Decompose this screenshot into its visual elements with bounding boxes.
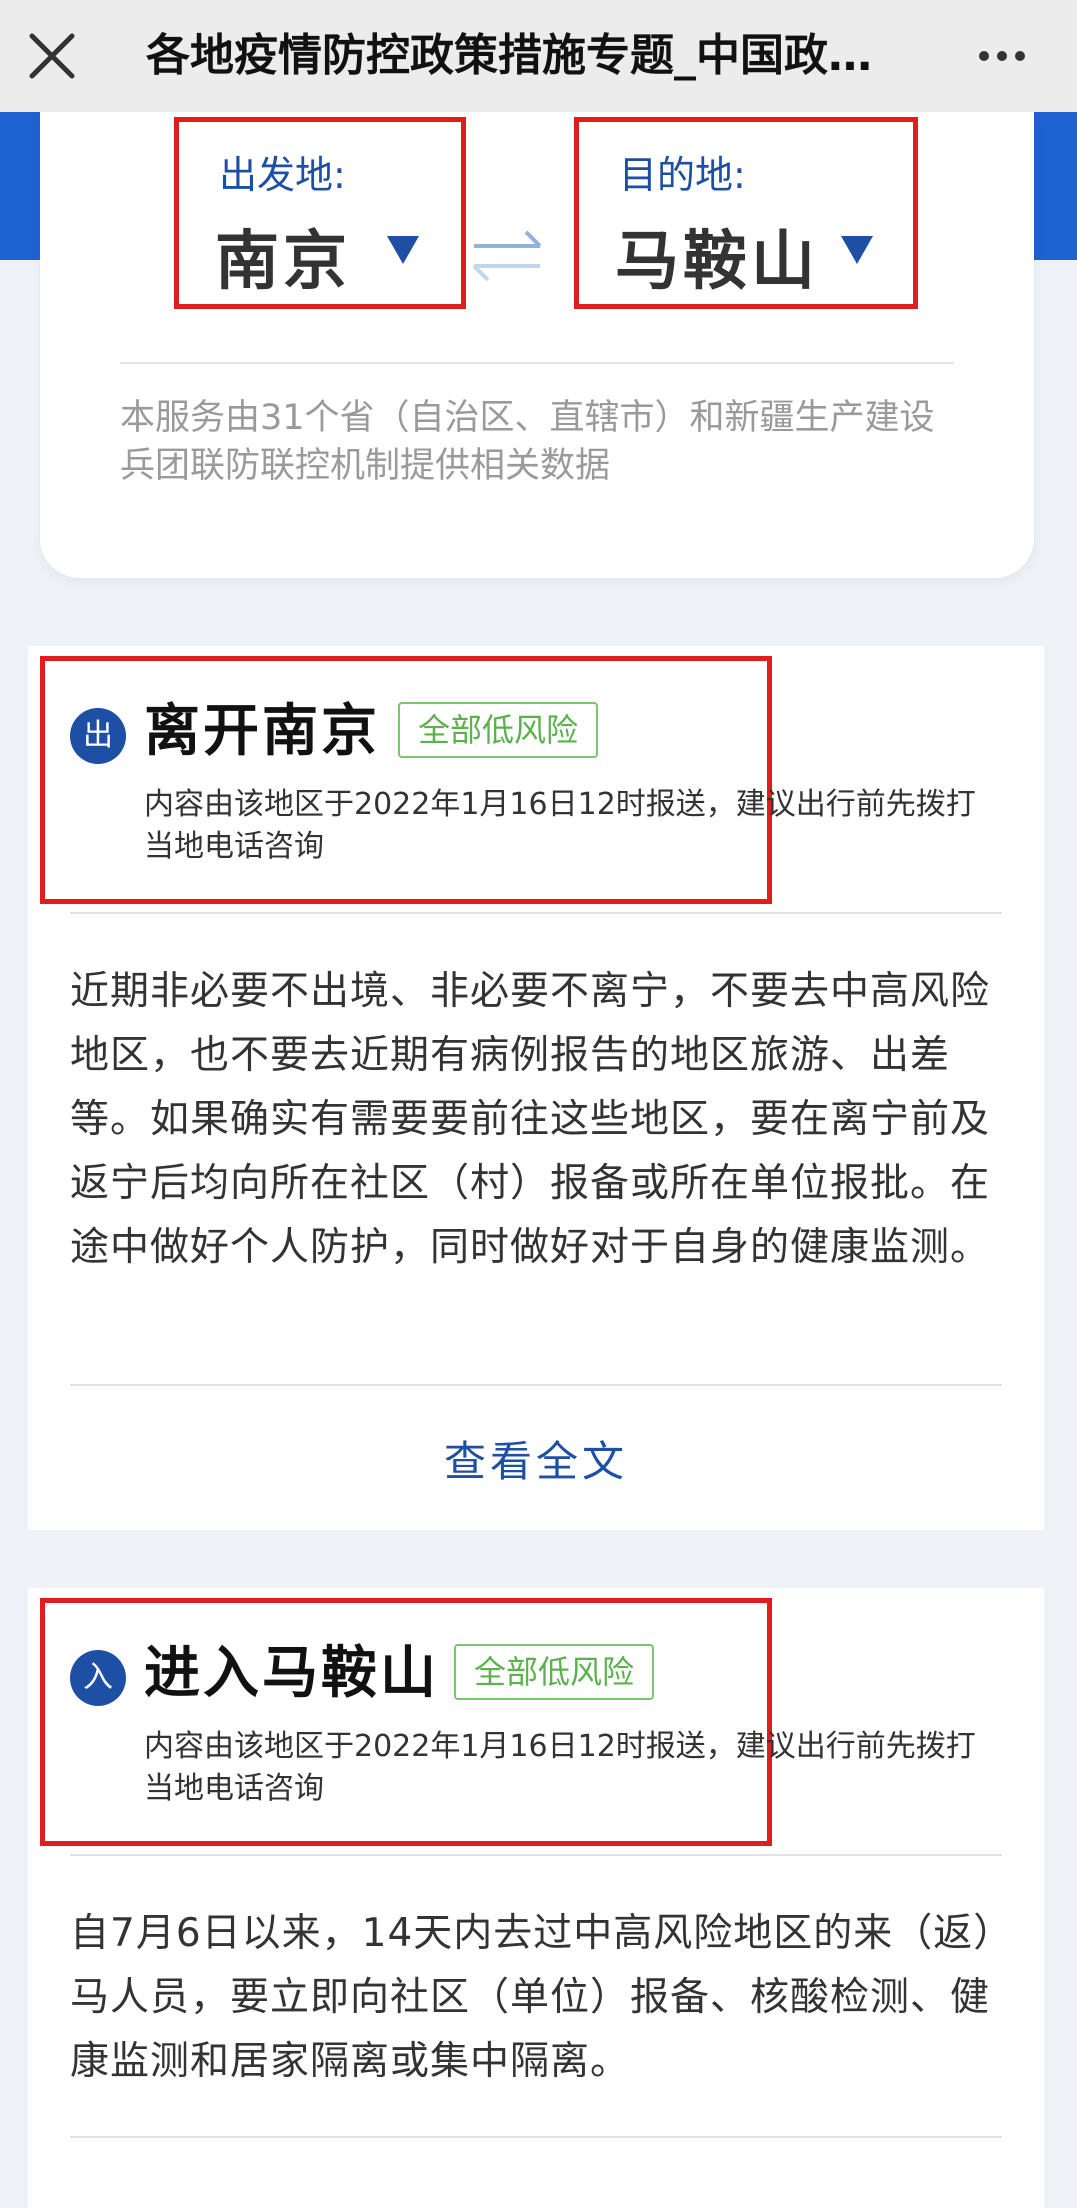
destination-label: 目的地:: [619, 153, 746, 197]
enter-policy-card: 入 进入马鞍山 全部低风险 内容由该地区于2022年1月16日12时报送，建议出…: [28, 1588, 1044, 2208]
top-nav-bar: 各地疫情防控政策措施专题_中国政…: [0, 0, 1077, 112]
departure-badge-icon: 出: [70, 708, 126, 764]
departure-label: 出发地:: [219, 153, 346, 197]
departure-selector[interactable]: 出发地: 南京: [174, 117, 466, 309]
swap-arrows-icon[interactable]: [464, 220, 550, 292]
enter-policy-text: 自7月6日以来，14天内去过中高风险地区的来（返）马人员，要立即向社区（单位）报…: [70, 1911, 994, 2084]
enter-title: 进入马鞍山: [144, 1641, 439, 1706]
report-info: 内容由该地区于2022年1月16日12时报送，建议出行前先拨打当地电话咨询: [144, 1729, 976, 1806]
page-title: 各地疫情防控政策措施专题_中国政…: [146, 30, 872, 81]
dropdown-arrow-icon: [841, 236, 873, 264]
divider: [70, 1854, 1002, 1856]
route-selector-card: 出发地: 南京 目的地: 马鞍山 本服务由31个省（自治区、直辖市）和新疆生产建…: [40, 112, 1034, 578]
close-icon[interactable]: [22, 26, 82, 86]
destination-selector[interactable]: 目的地: 马鞍山: [574, 117, 918, 309]
risk-level-badge: 全部低风险: [398, 702, 599, 758]
more-icon[interactable]: [972, 26, 1032, 86]
dropdown-arrow-icon: [387, 236, 419, 264]
divider: [70, 1384, 1002, 1386]
divider: [120, 362, 954, 364]
view-full-text-link[interactable]: 查看全文: [28, 1428, 1044, 1489]
report-info: 内容由该地区于2022年1月16日12时报送，建议出行前先拨打当地电话咨询: [144, 787, 976, 864]
departure-city: 南京: [215, 225, 351, 299]
leave-policy-text: 近期非必要不出境、非必要不离宁，不要去中高风险地区，也不要去近期有病例报告的地区…: [70, 969, 991, 1270]
divider: [70, 2136, 1002, 2138]
destination-city: 马鞍山: [615, 225, 819, 299]
risk-level-badge: 全部低风险: [454, 1644, 655, 1700]
divider: [70, 912, 1002, 914]
data-source-note: 本服务由31个省（自治区、直辖市）和新疆生产建设兵团联防联控机制提供相关数据: [120, 398, 935, 486]
leave-policy-card: 出 离开南京 全部低风险 内容由该地区于2022年1月16日12时报送，建议出行…: [28, 646, 1044, 1530]
arrival-badge-icon: 入: [70, 1650, 126, 1706]
leave-title: 离开南京: [144, 699, 380, 764]
